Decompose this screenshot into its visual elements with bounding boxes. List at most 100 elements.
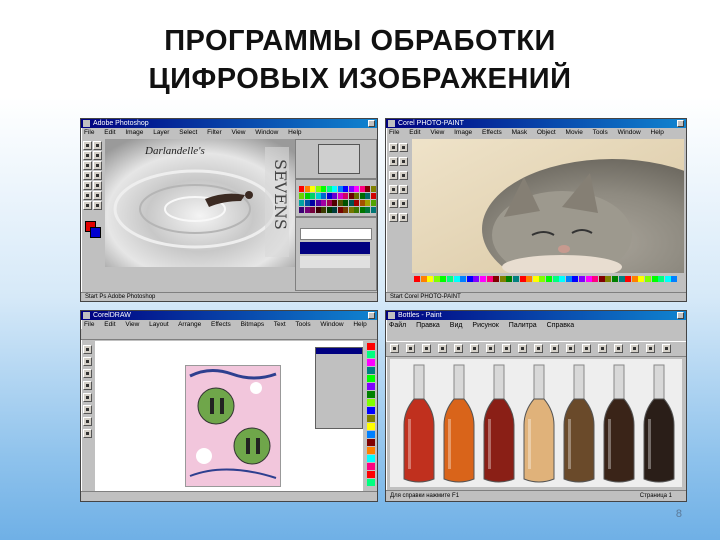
palette-color[interactable]	[367, 399, 375, 406]
palette-color[interactable]	[526, 276, 533, 282]
shape-tool[interactable]	[83, 357, 92, 366]
menu-help[interactable]: Help	[353, 321, 366, 328]
menu-edit[interactable]: Edit	[104, 129, 115, 136]
move-tool[interactable]	[93, 141, 102, 150]
palette-color[interactable]	[367, 447, 375, 454]
palette-color[interactable]	[367, 431, 375, 438]
close-icon[interactable]	[677, 312, 684, 319]
palette-color[interactable]	[447, 276, 453, 282]
swatch-cell[interactable]	[348, 200, 354, 206]
palette-color[interactable]	[367, 479, 375, 486]
marquee-tool[interactable]	[83, 141, 92, 150]
menu-tools[interactable]: Tools	[295, 321, 310, 328]
swatch-cell[interactable]	[310, 200, 315, 206]
palette-color[interactable]	[506, 276, 513, 282]
toolbar-button[interactable]	[438, 344, 447, 353]
palette-color[interactable]	[565, 276, 572, 282]
swatch-cell[interactable]	[299, 193, 304, 199]
crop-tool[interactable]	[389, 157, 398, 166]
menu-effects[interactable]: Effects	[211, 321, 231, 328]
palette-color[interactable]	[493, 276, 500, 282]
shape-tool[interactable]	[399, 185, 408, 194]
menu-file[interactable]: Файл	[389, 322, 406, 329]
palette-color[interactable]	[367, 423, 375, 430]
background-color-swatch[interactable]	[90, 227, 101, 238]
close-icon[interactable]	[368, 120, 375, 127]
pen-tool[interactable]	[83, 191, 92, 200]
text-tool[interactable]	[389, 199, 398, 208]
palette-color[interactable]	[367, 439, 375, 446]
palette-color[interactable]	[367, 359, 375, 366]
palette-color[interactable]	[453, 276, 460, 282]
close-icon[interactable]	[677, 120, 684, 127]
menu-image[interactable]: Image	[454, 129, 472, 136]
swatch-cell[interactable]	[365, 186, 370, 192]
zoom-tool[interactable]	[93, 201, 102, 210]
menu-file[interactable]: File	[389, 129, 399, 136]
stamp-tool[interactable]	[83, 171, 92, 180]
swatch-cell[interactable]	[370, 193, 376, 199]
swatch-cell[interactable]	[348, 193, 354, 199]
palette-color[interactable]	[367, 407, 375, 414]
menu-movie[interactable]: Movie	[566, 129, 583, 136]
swatch-cell[interactable]	[365, 207, 370, 213]
palette-color[interactable]	[420, 276, 427, 282]
palette-color[interactable]	[367, 367, 375, 374]
menu-view[interactable]: View	[430, 129, 444, 136]
swatch-cell[interactable]	[321, 207, 326, 213]
rectangle-tool[interactable]	[83, 393, 92, 402]
menu-image[interactable]: Рисунок	[472, 322, 498, 329]
palette-color[interactable]	[546, 276, 552, 282]
swatch-cell[interactable]	[315, 193, 321, 199]
palette-color[interactable]	[592, 276, 599, 282]
palette-color[interactable]	[572, 276, 579, 282]
palette-color[interactable]	[645, 276, 651, 282]
fill-tool[interactable]	[399, 199, 408, 208]
toolbar-button[interactable]	[662, 344, 671, 353]
swatch-cell[interactable]	[326, 186, 332, 192]
palette-color[interactable]	[414, 276, 420, 282]
swatch-cell[interactable]	[359, 200, 365, 206]
palette-color[interactable]	[499, 276, 506, 282]
toolbar-button[interactable]	[518, 344, 527, 353]
menu-text[interactable]: Text	[274, 321, 286, 328]
toolbar-button[interactable]	[598, 344, 607, 353]
eraser-tool[interactable]	[93, 171, 102, 180]
swatch-cell[interactable]	[326, 193, 332, 199]
palette-color[interactable]	[367, 391, 375, 398]
menu-file[interactable]: File	[84, 129, 94, 136]
menu-palette[interactable]: Палитра	[509, 322, 537, 329]
swatch-cell[interactable]	[299, 207, 304, 213]
toolbar-button[interactable]	[614, 344, 623, 353]
palette-color[interactable]	[367, 375, 375, 382]
toolbar-button[interactable]	[406, 344, 415, 353]
swatch-cell[interactable]	[326, 200, 332, 206]
menu-window[interactable]: Window	[320, 321, 343, 328]
menu-layout[interactable]: Layout	[149, 321, 169, 328]
palette-color[interactable]	[427, 276, 434, 282]
palette-color[interactable]	[367, 463, 375, 470]
swatch-cell[interactable]	[359, 186, 365, 192]
swatch-cell[interactable]	[332, 186, 337, 192]
menu-help[interactable]: Help	[651, 129, 664, 136]
ellipse-tool[interactable]	[83, 405, 92, 414]
swatch-cell[interactable]	[310, 186, 315, 192]
swatch-cell[interactable]	[321, 200, 326, 206]
palette-color[interactable]	[532, 276, 539, 282]
mask-tool[interactable]	[399, 143, 408, 152]
palette-color[interactable]	[466, 276, 473, 282]
menu-edit[interactable]: Правка	[416, 322, 440, 329]
swatch-cell[interactable]	[304, 186, 310, 192]
palette-color[interactable]	[552, 276, 559, 282]
swatch-cell[interactable]	[348, 207, 354, 213]
close-icon[interactable]	[368, 312, 375, 319]
palette-color[interactable]	[367, 343, 375, 350]
swatch-cell[interactable]	[299, 200, 304, 206]
menu-edit[interactable]: Edit	[409, 129, 420, 136]
swatch-cell[interactable]	[365, 193, 370, 199]
swatch-cell[interactable]	[310, 193, 315, 199]
swatch-cell[interactable]	[315, 186, 321, 192]
swatch-cell[interactable]	[304, 207, 310, 213]
menu-bitmaps[interactable]: Bitmaps	[241, 321, 264, 328]
pick-tool[interactable]	[389, 143, 398, 152]
